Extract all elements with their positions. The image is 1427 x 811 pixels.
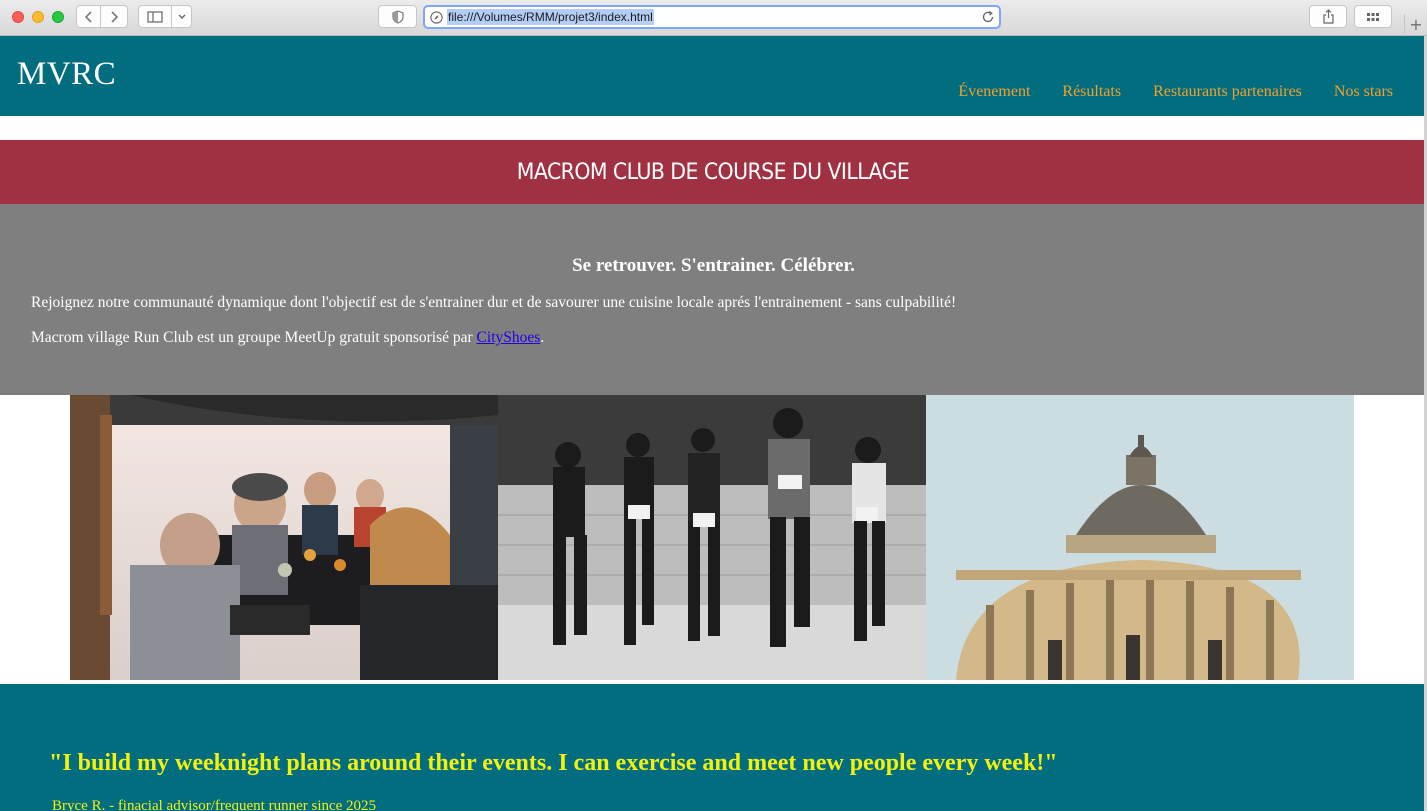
site-header: MVRC Évenement Résultats Restaurants par…: [0, 36, 1427, 116]
forward-button[interactable]: [100, 5, 128, 28]
testimonial-attribution: Bryce R. - finacial advisor/frequent run…: [52, 798, 377, 811]
browser-toolbar: file:///Volumes/RMM/projet3/index.html +: [0, 0, 1427, 36]
nav-link-resultats[interactable]: Résultats: [1062, 83, 1121, 101]
reload-icon[interactable]: [981, 10, 995, 24]
new-tab-button[interactable]: +: [1404, 14, 1427, 36]
intro-paragraph: Rejoignez notre communauté dynamique don…: [31, 294, 957, 311]
shield-icon: [391, 9, 404, 24]
intro-section: Se retrouver. S'entrainer. Célébrer. Rej…: [0, 204, 1427, 395]
address-bar[interactable]: file:///Volumes/RMM/projet3/index.html: [423, 5, 1001, 29]
back-button[interactable]: [76, 5, 101, 28]
sidebar-button[interactable]: [138, 5, 172, 28]
sidebar-icon: [147, 10, 163, 23]
testimonial-section: "I build my weeknight plans around their…: [0, 684, 1427, 811]
compass-icon: [430, 11, 443, 24]
marathon-runners-photo: [498, 395, 926, 680]
web-page: MVRC Évenement Résultats Restaurants par…: [0, 36, 1427, 811]
club-banner: MACROM CLUB DE COURSE DU VILLAGE: [0, 140, 1427, 204]
minimize-window-button[interactable]: [32, 11, 44, 23]
banner-title: MACROM CLUB DE COURSE DU VILLAGE: [517, 159, 910, 185]
nav-link-restaurants-partenaires[interactable]: Restaurants partenaires: [1153, 83, 1302, 101]
photo-gallery: [70, 395, 1354, 680]
restaurant-photo: [70, 395, 498, 680]
chevron-left-icon: [84, 10, 92, 23]
nav-link-evenement[interactable]: Évenement: [958, 83, 1030, 101]
close-window-button[interactable]: [12, 11, 24, 23]
sponsor-paragraph: Macrom village Run Club est un groupe Me…: [31, 329, 544, 347]
site-logo[interactable]: MVRC: [17, 56, 116, 93]
sidebar-menu-button[interactable]: [171, 5, 192, 28]
grid-icon: [1367, 12, 1379, 21]
share-icon: [1322, 9, 1334, 24]
url-text[interactable]: file:///Volumes/RMM/projet3/index.html: [447, 9, 654, 25]
intro-heading: Se retrouver. S'entrainer. Célébrer.: [572, 255, 855, 276]
share-button[interactable]: [1309, 5, 1347, 28]
privacy-report-button[interactable]: [378, 5, 417, 28]
testimonial-quote: "I build my weeknight plans around their…: [49, 750, 1058, 776]
dome-building-photo: [926, 395, 1354, 680]
sponsor-text: Macrom village Run Club est un groupe Me…: [31, 329, 477, 346]
nav-link-nos-stars[interactable]: Nos stars: [1334, 83, 1393, 101]
tab-overview-button[interactable]: [1354, 5, 1392, 28]
main-nav: Évenement Résultats Restaurants partenai…: [958, 83, 1393, 101]
chevron-down-icon: [178, 14, 185, 19]
sponsor-suffix: .: [540, 329, 545, 346]
cityshoes-link[interactable]: CityShoes: [477, 329, 541, 346]
chevron-right-icon: [111, 10, 119, 23]
zoom-window-button[interactable]: [52, 11, 64, 23]
